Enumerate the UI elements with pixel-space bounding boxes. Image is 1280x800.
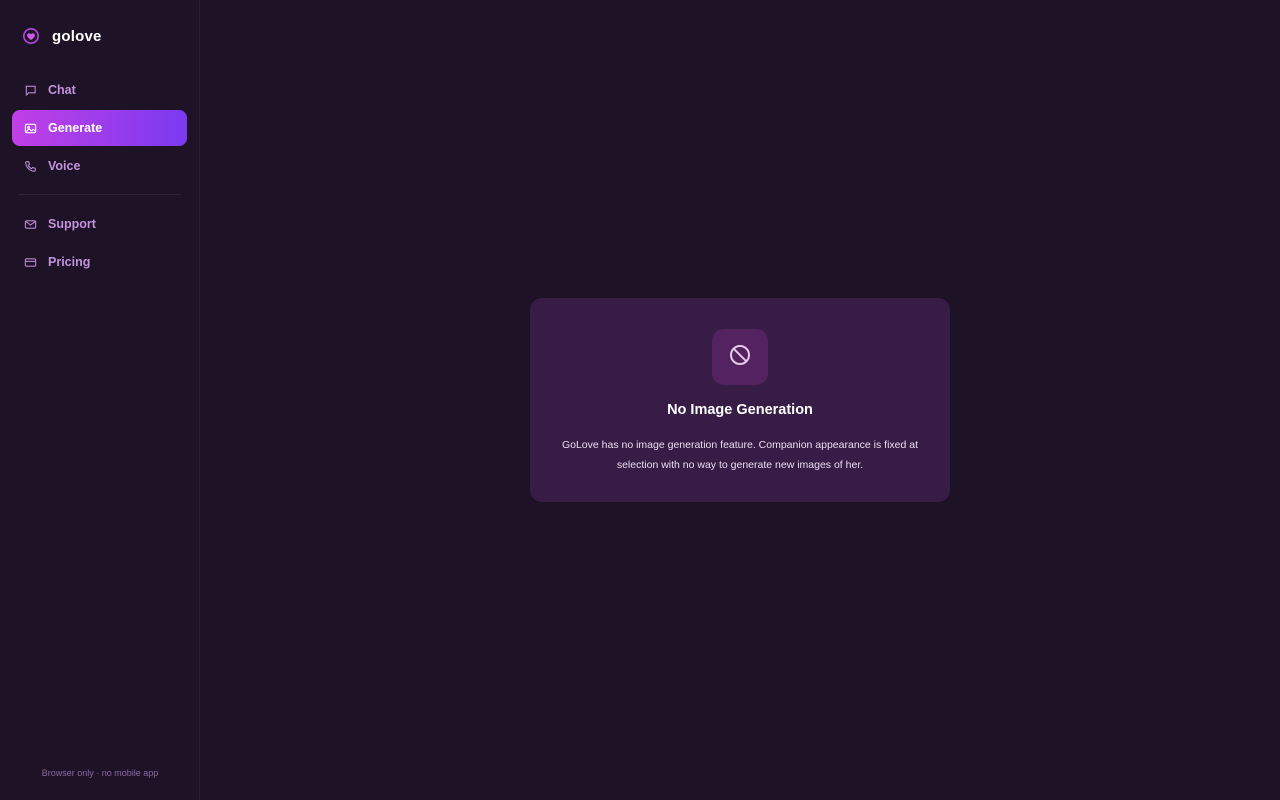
sidebar-item-chat[interactable]: Chat — [12, 72, 187, 108]
image-icon — [23, 121, 37, 135]
notice-card: No Image Generation GoLove has no image … — [530, 298, 950, 502]
main-content: No Image Generation GoLove has no image … — [200, 0, 1280, 800]
secondary-nav: Support Pricing — [12, 206, 187, 280]
primary-nav: Chat Generate Voice — [12, 72, 187, 184]
sidebar-item-label: Pricing — [48, 255, 91, 269]
mail-icon — [23, 217, 37, 231]
sidebar-item-generate[interactable]: Generate — [12, 110, 187, 146]
brand-name: golove — [52, 27, 102, 45]
nav-divider — [18, 194, 181, 195]
credit-card-icon — [23, 255, 37, 269]
sidebar-item-label: Generate — [48, 121, 103, 135]
app-window: golove Chat Generate Voice Support Prici… — [0, 0, 1280, 800]
sidebar-item-label: Chat — [48, 83, 76, 97]
notice-text: GoLove has no image generation feature. … — [561, 439, 919, 471]
sidebar-item-label: Support — [48, 217, 96, 231]
sidebar-item-voice[interactable]: Voice — [12, 148, 187, 184]
chat-bubble-icon — [23, 83, 37, 97]
sidebar-item-support[interactable]: Support — [12, 206, 187, 242]
sidebar-footer-note: Browser only · no mobile app — [41, 768, 159, 778]
phone-icon — [23, 159, 37, 173]
notice-icon-box — [712, 329, 768, 385]
heart-badge-icon — [22, 27, 40, 45]
sidebar-item-pricing[interactable]: Pricing — [12, 244, 187, 280]
brand[interactable]: golove — [12, 0, 187, 72]
sidebar-item-label: Voice — [48, 159, 81, 173]
notice-title: No Image Generation — [667, 402, 813, 418]
sidebar: golove Chat Generate Voice Support Prici… — [0, 0, 200, 800]
no-entry-icon — [728, 343, 752, 372]
